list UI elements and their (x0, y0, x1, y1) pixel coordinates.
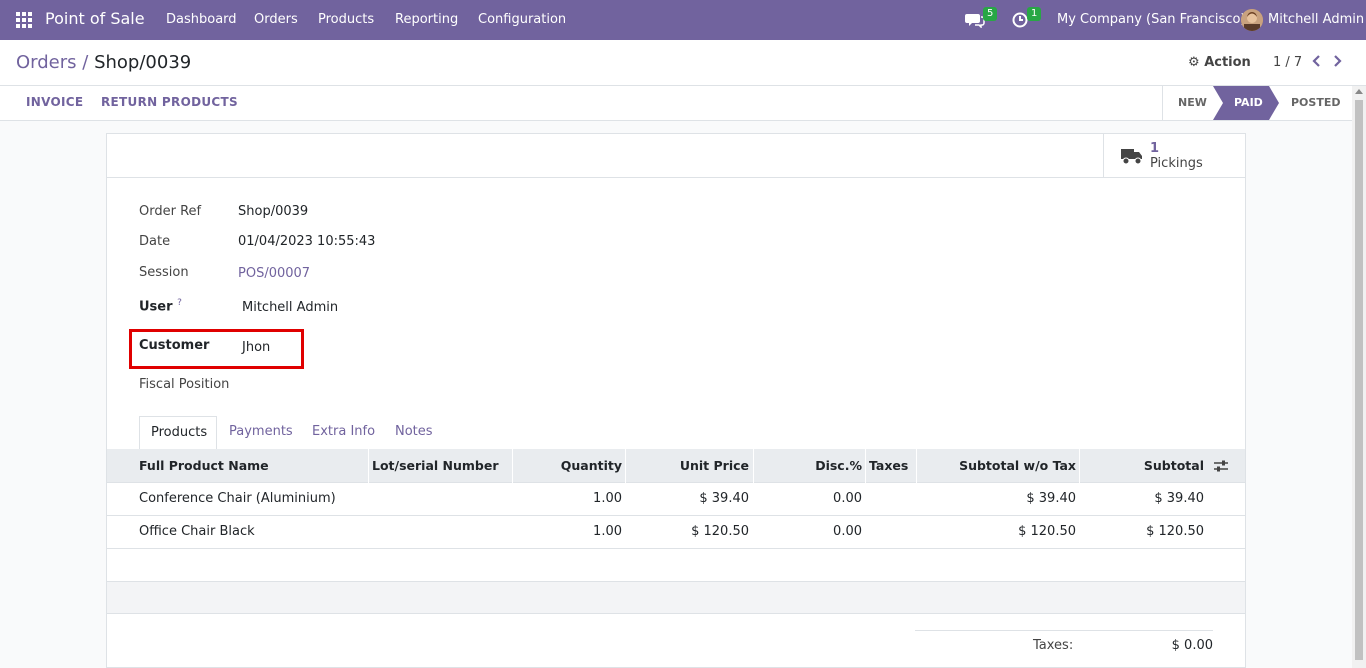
status-bar: INVOICE RETURN PRODUCTS NEW PAID POSTED (0, 86, 1366, 121)
stage-new: NEW (1162, 86, 1214, 120)
customer-label: Customer (139, 338, 210, 353)
cell-product-name: Conference Chair (Aluminium) (139, 491, 336, 506)
cell-subtotal: $ 39.40 (1154, 491, 1204, 506)
column-separator (865, 449, 866, 483)
cell-subtotal: $ 120.50 (1146, 524, 1204, 539)
menu-orders[interactable]: Orders (254, 12, 298, 27)
cell-discount: 0.00 (833, 524, 862, 539)
form-sheet: 1 Pickings Order Ref Shop/0039 Date 01/0… (106, 133, 1246, 668)
invoice-button[interactable]: INVOICE (26, 95, 83, 109)
menu-products[interactable]: Products (318, 12, 374, 27)
table-header: Full Product Name Lot/serial Number Quan… (107, 449, 1245, 483)
col-quantity[interactable]: Quantity (512, 458, 622, 473)
action-label: Action (1204, 55, 1251, 70)
apps-menu-icon[interactable] (16, 12, 32, 28)
messages-badge: 5 (983, 7, 998, 21)
tab-products[interactable]: Products (139, 416, 217, 450)
return-products-button[interactable]: RETURN PRODUCTS (101, 95, 238, 109)
fiscal-position-field[interactable] (242, 377, 442, 395)
taxes-total-value: $ 0.00 (1171, 638, 1213, 653)
order-ref-value: Shop/0039 (238, 204, 309, 219)
app-brand[interactable]: Point of Sale (45, 9, 145, 28)
cell-quantity: 1.00 (593, 524, 622, 539)
activities-badge: 1 (1027, 7, 1042, 21)
gear-icon: ⚙ (1188, 55, 1200, 70)
session-label: Session (139, 265, 189, 280)
pager-previous-icon[interactable] (1310, 53, 1326, 69)
pager-next-icon[interactable] (1332, 53, 1348, 69)
menu-dashboard[interactable]: Dashboard (166, 12, 237, 27)
cell-quantity: 1.00 (593, 491, 622, 506)
table-row[interactable]: Office Chair Black 1.00 $ 120.50 0.00 $ … (107, 516, 1245, 549)
pickings-label: Pickings (1150, 156, 1203, 171)
scroll-up-icon[interactable] (1355, 89, 1363, 94)
truck-icon (1121, 147, 1143, 169)
stage-new-label: NEW (1178, 96, 1207, 109)
notebook-tabs: Products Payments Extra Info Notes (107, 416, 1245, 450)
breadcrumb-orders[interactable]: Orders (16, 52, 77, 73)
stage-paid: PAID (1234, 96, 1263, 109)
company-switcher[interactable]: My Company (San Francisco) (1057, 12, 1245, 27)
cell-subtotal-wo-tax: $ 120.50 (1018, 524, 1076, 539)
breadcrumb: Orders / Shop/0039 (16, 52, 191, 73)
tab-notes[interactable]: Notes (395, 424, 433, 439)
cell-product-name: Office Chair Black (139, 524, 255, 539)
col-subtotal-wo-tax[interactable]: Subtotal w/o Tax (916, 458, 1076, 473)
user-field[interactable]: Mitchell Admin (242, 300, 338, 315)
tab-extra-info[interactable]: Extra Info (312, 424, 375, 439)
col-lot-serial[interactable]: Lot/serial Number (372, 458, 499, 473)
table-row[interactable]: Conference Chair (Aluminium) 1.00 $ 39.4… (107, 483, 1245, 516)
user-label: User ? (139, 298, 182, 314)
column-separator (368, 449, 369, 483)
vertical-scrollbar[interactable] (1352, 86, 1366, 668)
taxes-total-label: Taxes: (1033, 638, 1074, 653)
button-box: 1 Pickings (107, 134, 1245, 178)
col-discount[interactable]: Disc.% (753, 458, 862, 473)
breadcrumb-separator: / (82, 52, 89, 73)
customer-field[interactable]: Jhon (242, 340, 270, 355)
session-link[interactable]: POS/00007 (238, 266, 310, 281)
tab-payments[interactable]: Payments (229, 424, 293, 439)
col-full-product-name[interactable]: Full Product Name (139, 458, 269, 473)
date-label: Date (139, 234, 171, 249)
optional-columns-icon[interactable] (1214, 459, 1228, 477)
cell-unit-price: $ 39.40 (699, 491, 749, 506)
col-taxes[interactable]: Taxes (869, 458, 908, 473)
scrollbar-thumb[interactable] (1355, 100, 1363, 660)
fiscal-position-label: Fiscal Position (139, 377, 230, 392)
stage-posted: POSTED (1291, 96, 1341, 109)
action-button[interactable]: ⚙ Action (1188, 55, 1251, 70)
cell-subtotal-wo-tax: $ 39.40 (1026, 491, 1076, 506)
pickings-smart-button[interactable]: 1 Pickings (1103, 134, 1245, 178)
pickings-count: 1 (1150, 141, 1160, 156)
user-avatar[interactable] (1241, 9, 1263, 31)
activity-clock-icon[interactable] (1012, 12, 1028, 28)
cell-unit-price: $ 120.50 (691, 524, 749, 539)
messages-icon[interactable] (965, 12, 985, 29)
user-help-icon[interactable]: ? (177, 298, 182, 308)
pager-value[interactable]: 1 / 7 (1273, 55, 1302, 70)
breadcrumb-current: Shop/0039 (94, 52, 192, 73)
menu-configuration[interactable]: Configuration (478, 12, 566, 27)
top-navbar: Point of Sale Dashboard Orders Products … (0, 0, 1366, 40)
empty-table-row (107, 549, 1245, 582)
col-unit-price[interactable]: Unit Price (625, 458, 749, 473)
menu-reporting[interactable]: Reporting (395, 12, 458, 27)
cell-discount: 0.00 (833, 491, 862, 506)
user-label-text: User (139, 299, 173, 315)
date-value: 01/04/2023 10:55:43 (238, 234, 376, 249)
tab-products-label: Products (151, 425, 208, 440)
order-ref-label: Order Ref (139, 204, 202, 219)
totals-summary: Taxes: $ 0.00 (915, 630, 1213, 653)
col-subtotal[interactable]: Subtotal (1079, 458, 1204, 473)
user-menu[interactable]: Mitchell Admin (1268, 12, 1364, 27)
table-footer (107, 582, 1245, 614)
